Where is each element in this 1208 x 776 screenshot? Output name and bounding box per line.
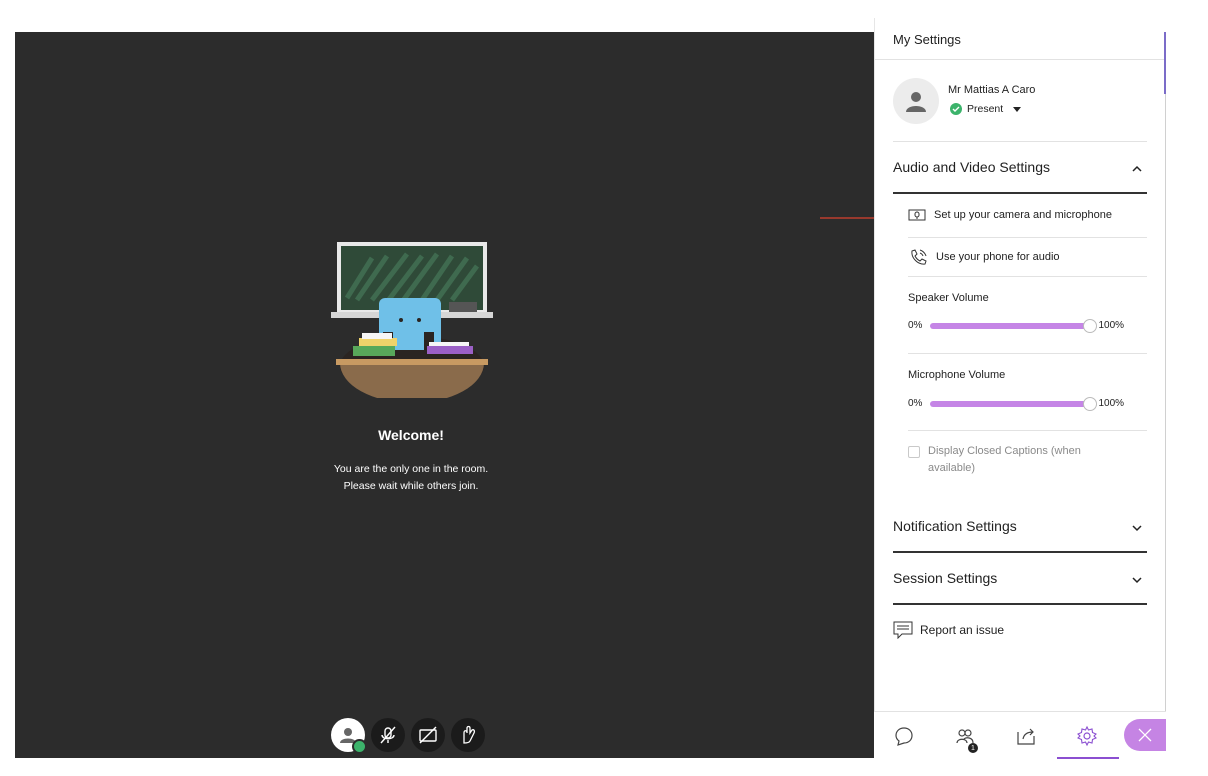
- phone-audio-label: Use your phone for audio: [936, 251, 1060, 263]
- chat-icon: [895, 726, 913, 746]
- session-settings-header[interactable]: Session Settings: [893, 570, 997, 586]
- camera-toggle-button[interactable]: [411, 718, 445, 752]
- present-check-icon: [950, 103, 962, 115]
- chat-button[interactable]: [874, 712, 934, 759]
- welcome-line-1: You are the only one in the room.: [333, 463, 489, 475]
- divider: [893, 141, 1147, 142]
- report-issue-link[interactable]: Report an issue: [893, 621, 1004, 639]
- gear-icon: [1077, 725, 1097, 746]
- captions-line-1: Display Closed Captions (when: [928, 445, 1081, 457]
- report-issue-label: Report an issue: [920, 623, 1005, 637]
- collaborate-panel-nav: 1: [874, 711, 1166, 759]
- welcome-title: Welcome!: [378, 427, 444, 443]
- microphone-volume-row: 0% 100%: [908, 396, 1125, 411]
- chevron-up-icon[interactable]: [1131, 163, 1143, 175]
- share-content-icon: [1017, 728, 1035, 745]
- my-status-button[interactable]: [331, 718, 367, 754]
- attendees-button[interactable]: 1: [935, 712, 995, 759]
- speaker-max-label: 100%: [1098, 320, 1125, 331]
- speaker-volume-slider[interactable]: [930, 318, 1098, 333]
- microphone-volume-label: Microphone Volume: [908, 369, 1006, 381]
- person-icon: [906, 92, 926, 112]
- profile-avatar[interactable]: [893, 78, 939, 124]
- session-toolbar: [331, 718, 485, 754]
- section-divider: [893, 192, 1147, 194]
- speaker-slider-handle[interactable]: [1083, 318, 1098, 333]
- user-name: Mr Mattias A Caro: [948, 84, 1036, 96]
- divider: [908, 430, 1147, 431]
- welcome-line-2: Please wait while others join.: [343, 480, 479, 492]
- section-divider: [893, 551, 1147, 553]
- title-divider: [875, 59, 1165, 60]
- raise-hand-button[interactable]: [451, 718, 485, 752]
- mic-max-label: 100%: [1098, 398, 1125, 409]
- my-settings-panel: My Settings Mr Mattias A Caro Present Au…: [874, 18, 1165, 758]
- phone-icon: [911, 249, 927, 265]
- panel-title: My Settings: [893, 32, 961, 47]
- status-label: Present: [967, 103, 1004, 115]
- close-icon: [1138, 728, 1152, 742]
- microphone-off-icon: [380, 726, 396, 744]
- camera-off-icon: [419, 726, 437, 744]
- active-tab-indicator: [1057, 757, 1119, 759]
- section-divider: [893, 603, 1147, 605]
- status-check-icon: [352, 739, 367, 754]
- notification-settings-header[interactable]: Notification Settings: [893, 518, 1017, 534]
- microphone-toggle-button[interactable]: [371, 718, 405, 752]
- speaker-volume-row: 0% 100%: [908, 318, 1125, 333]
- microphone-slider-handle[interactable]: [1083, 396, 1098, 411]
- captions-line-2: available): [928, 462, 976, 474]
- classroom-illustration: [331, 242, 493, 398]
- microphone-volume-slider[interactable]: [930, 396, 1098, 411]
- status-dropdown[interactable]: Present: [950, 103, 1022, 115]
- chevron-down-icon[interactable]: [1131, 574, 1143, 586]
- attendee-count-badge: 1: [968, 743, 978, 753]
- camera-microphone-icon: [908, 209, 926, 221]
- chevron-down-icon[interactable]: [1131, 522, 1143, 534]
- closed-captions-checkbox[interactable]: [908, 446, 920, 458]
- close-panel-button[interactable]: [1124, 719, 1166, 751]
- setup-camera-microphone-label: Set up your camera and microphone: [934, 209, 1112, 221]
- divider: [908, 237, 1147, 238]
- audio-video-header[interactable]: Audio and Video Settings: [893, 159, 1050, 175]
- share-content-button[interactable]: [996, 712, 1056, 759]
- speaker-min-label: 0%: [908, 320, 923, 331]
- setup-camera-microphone-link[interactable]: Set up your camera and microphone: [908, 208, 1112, 222]
- welcome-message: You are the only one in the room. Please…: [15, 461, 807, 495]
- divider: [908, 276, 1147, 277]
- raise-hand-icon: [463, 725, 476, 744]
- divider: [908, 353, 1147, 354]
- settings-button[interactable]: [1057, 712, 1117, 759]
- closed-captions-option: Display Closed Captions (when available): [908, 443, 1081, 477]
- closed-captions-label: Display Closed Captions (when available): [928, 443, 1081, 477]
- panel-border: [1165, 32, 1166, 758]
- panel-scrollbar[interactable]: [1164, 32, 1166, 94]
- mic-min-label: 0%: [908, 398, 923, 409]
- chevron-down-icon: [1013, 106, 1022, 112]
- report-icon: [893, 621, 913, 639]
- phone-audio-link[interactable]: Use your phone for audio: [908, 248, 1060, 266]
- main-stage: Welcome! You are the only one in the roo…: [15, 32, 874, 758]
- speaker-volume-label: Speaker Volume: [908, 292, 989, 304]
